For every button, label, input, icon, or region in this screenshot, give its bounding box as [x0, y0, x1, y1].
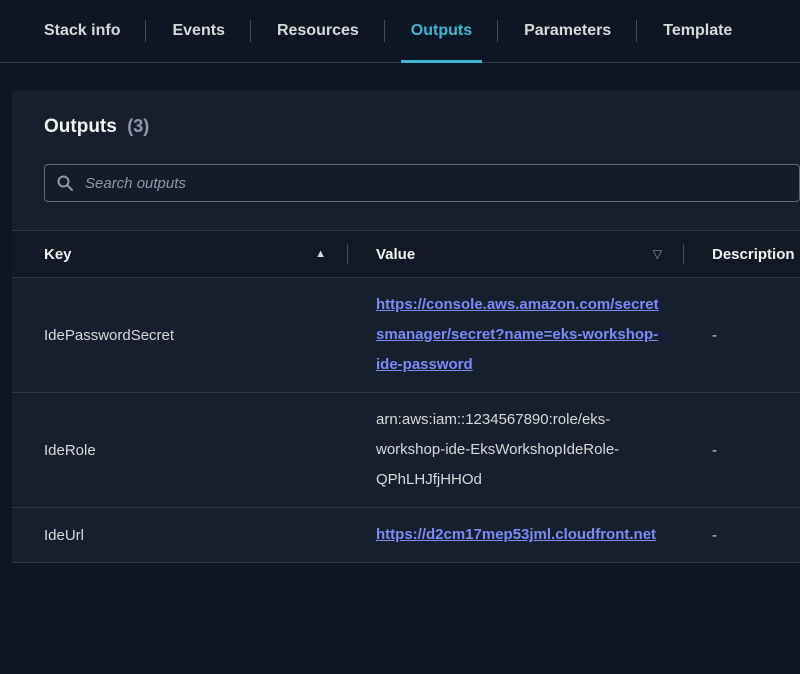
- tab-resources[interactable]: Resources: [277, 0, 359, 62]
- stack-detail-tabs: Stack info Events Resources Outputs Para…: [0, 0, 800, 63]
- output-key: IdeRole: [12, 442, 348, 459]
- column-header-value[interactable]: Value ▽: [348, 231, 684, 277]
- output-description: -: [684, 442, 800, 459]
- output-value-cell: arn:aws:iam::1234567890:role/eks-worksho…: [348, 393, 684, 507]
- outputs-count-badge: (3): [127, 116, 149, 136]
- output-key: IdeUrl: [12, 527, 348, 544]
- search-outputs-input[interactable]: [83, 174, 787, 193]
- column-header-key[interactable]: Key ▲: [12, 231, 348, 277]
- tab-events[interactable]: Events: [172, 0, 224, 62]
- tab-outputs[interactable]: Outputs: [411, 0, 472, 62]
- panel-title: Outputs: [44, 116, 117, 137]
- output-value-link[interactable]: https://console.aws.amazon.com/secretsma…: [376, 296, 659, 373]
- outputs-panel: Outputs (3) Key ▲ Value ▽ Description Id…: [12, 90, 800, 563]
- output-value-link[interactable]: https://d2cm17mep53jml.cloudfront.net: [376, 526, 656, 543]
- output-key: IdePasswordSecret: [12, 327, 348, 344]
- column-label-description: Description: [712, 246, 795, 263]
- output-value-cell: https://console.aws.amazon.com/secretsma…: [348, 278, 684, 392]
- outputs-panel-header: Outputs (3): [12, 90, 800, 138]
- output-description: -: [684, 527, 800, 544]
- search-icon: [57, 175, 73, 191]
- table-row-ide-password-secret: IdePasswordSecret https://console.aws.am…: [12, 278, 800, 393]
- outputs-table-header: Key ▲ Value ▽ Description: [12, 230, 800, 278]
- sort-ascending-icon[interactable]: ▲: [315, 248, 326, 260]
- output-value-cell: https://d2cm17mep53jml.cloudfront.net: [348, 508, 684, 562]
- tab-stack-info[interactable]: Stack info: [44, 0, 120, 62]
- output-description: -: [684, 327, 800, 344]
- output-value-text: arn:aws:iam::1234567890:role/eks-worksho…: [376, 411, 619, 488]
- tab-template[interactable]: Template: [663, 0, 732, 62]
- sort-inactive-icon[interactable]: ▽: [653, 247, 662, 261]
- column-header-description[interactable]: Description: [684, 231, 800, 277]
- tab-parameters[interactable]: Parameters: [524, 0, 611, 62]
- column-label-key: Key: [44, 246, 72, 263]
- column-label-value: Value: [376, 246, 415, 263]
- search-outputs-box: [44, 164, 800, 202]
- table-row-ide-role: IdeRole arn:aws:iam::1234567890:role/eks…: [12, 393, 800, 508]
- table-row-ide-url: IdeUrl https://d2cm17mep53jml.cloudfront…: [12, 508, 800, 563]
